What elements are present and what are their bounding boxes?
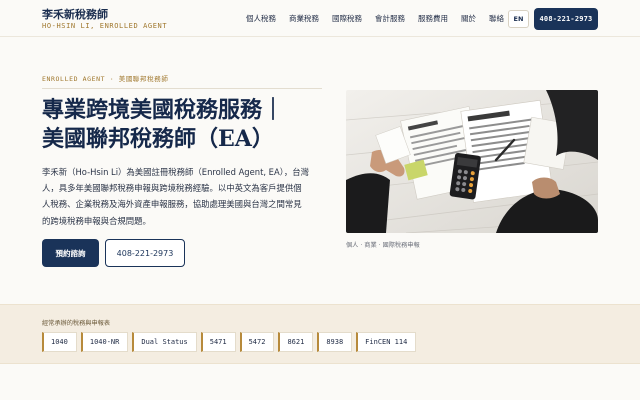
- book-consultation-button[interactable]: 預約諮詢: [42, 239, 99, 267]
- nav-item-contact[interactable]: 聯絡: [489, 13, 504, 24]
- hero-eyebrow: ENROLLED AGENT · 美國聯邦稅務師: [42, 75, 169, 83]
- header-phone-button[interactable]: 408-221-2973: [534, 8, 598, 30]
- form-chip-5471[interactable]: 5471: [200, 332, 236, 352]
- hero-photo: [346, 90, 598, 233]
- brand-name: 李禾新稅務師: [42, 8, 108, 21]
- brand-logo[interactable]: 李禾新稅務師 HO-HSIN LI, ENROLLED AGENT: [42, 9, 167, 31]
- page-lower-area: [0, 365, 640, 400]
- form-chip-8938[interactable]: 8938: [317, 332, 353, 352]
- site-header: 李禾新稅務師 HO-HSIN LI, ENROLLED AGENT 個人稅務 商…: [0, 0, 640, 37]
- photo-caption: 個人 · 商業 · 國際稅務申報: [346, 242, 420, 249]
- hero-title: 專業跨境美國稅務服務｜ 美國聯邦稅務師（EA）: [42, 96, 332, 154]
- hero-title-line: 專業跨境美國稅務服務｜: [42, 97, 285, 123]
- nav-item-international-tax[interactable]: 國際稅務: [332, 13, 362, 24]
- nav-item-about[interactable]: 關於: [461, 13, 476, 24]
- brand-subtitle: HO-HSIN LI, ENROLLED AGENT: [42, 22, 168, 30]
- main-nav: 個人稅務 商業稅務 國際稅務 會計服務 服務費用 關於 聯絡: [246, 13, 504, 24]
- forms-chip-list: 1040 1040-NR Dual Status 5471 5472 8621 …: [42, 332, 417, 352]
- divider: [42, 88, 322, 89]
- form-chip-8621[interactable]: 8621: [278, 332, 314, 352]
- hero-title-line: 美國聯邦稅務師（EA）: [42, 126, 274, 152]
- forms-section: 經常承辦的稅務與申報表 1040 1040-NR Dual Status 547…: [0, 304, 640, 364]
- call-phone-button[interactable]: 408-221-2973: [105, 239, 185, 267]
- forms-section-label: 經常承辦的稅務與申報表: [42, 320, 111, 327]
- form-chip-1040[interactable]: 1040: [42, 332, 77, 352]
- hero-description-line: 人，具多年美國聯邦稅務申報與跨境稅務經驗。以中英文為客戶提供個: [42, 183, 302, 194]
- hero-description-line: 人稅務、企業稅務及海外資產申報服務，協助處理美國與台灣之間常見: [42, 199, 302, 210]
- form-chip-fincen-114[interactable]: FinCEN 114: [356, 332, 417, 352]
- hero-description: 李禾新（Ho-Hsin Li）為美國註冊稅務師（Enrolled Agent, …: [42, 164, 320, 229]
- hero-description-line: 的跨境稅務申報與合規問題。: [42, 215, 151, 226]
- language-toggle-button[interactable]: EN: [508, 10, 529, 28]
- hero-description-line: 李禾新（Ho-Hsin Li）為美國註冊稅務師（Enrolled Agent, …: [42, 167, 310, 177]
- form-chip-1040-nr[interactable]: 1040-NR: [80, 332, 129, 352]
- nav-item-accounting[interactable]: 會計服務: [375, 13, 405, 24]
- nav-item-fees[interactable]: 服務費用: [418, 13, 448, 24]
- form-chip-5472[interactable]: 5472: [239, 332, 275, 352]
- nav-item-personal-tax[interactable]: 個人稅務: [246, 13, 276, 24]
- tax-documents-image: [346, 90, 598, 233]
- form-chip-dual-status[interactable]: Dual Status: [132, 332, 197, 352]
- nav-item-business-tax[interactable]: 商業稅務: [289, 13, 319, 24]
